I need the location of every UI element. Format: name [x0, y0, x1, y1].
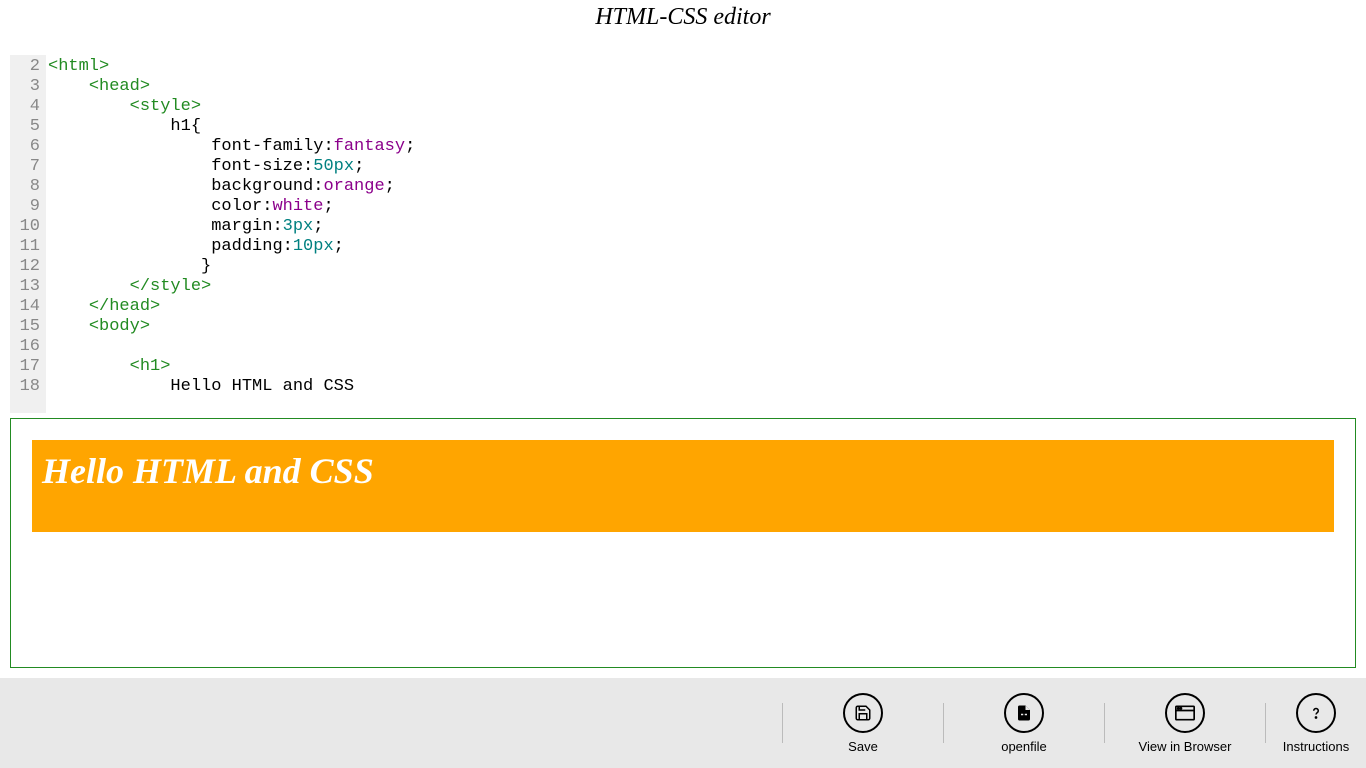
code-line[interactable]: Hello HTML and CSS	[48, 377, 1356, 397]
code-line[interactable]: <style>	[48, 97, 1356, 117]
line-number: 7	[10, 157, 46, 177]
line-number: 15	[10, 317, 46, 337]
save-button[interactable]: Save	[783, 688, 943, 758]
code-line[interactable]: margin:3px;	[48, 217, 1356, 237]
instructions-label: Instructions	[1283, 739, 1349, 754]
save-icon	[843, 693, 883, 733]
code-line[interactable]: </head>	[48, 297, 1356, 317]
bottom-toolbar: Save openfile View in Browser	[0, 678, 1366, 768]
code-editor[interactable]: 23456789101112131415161718 <html> <head>…	[10, 55, 1356, 413]
browser-icon	[1165, 693, 1205, 733]
line-number: 16	[10, 337, 46, 357]
line-number: 8	[10, 177, 46, 197]
code-line[interactable]	[48, 337, 1356, 357]
help-icon	[1296, 693, 1336, 733]
app-header: HTML-CSS editor	[0, 0, 1366, 35]
line-number: 13	[10, 277, 46, 297]
code-line[interactable]: </style>	[48, 277, 1356, 297]
code-line[interactable]: background:orange;	[48, 177, 1356, 197]
line-number: 6	[10, 137, 46, 157]
line-number: 10	[10, 217, 46, 237]
instructions-button[interactable]: Instructions	[1266, 688, 1366, 758]
save-label: Save	[848, 739, 878, 754]
code-line[interactable]: font-family:fantasy;	[48, 137, 1356, 157]
preview-heading: Hello HTML and CSS	[32, 440, 1334, 532]
openfile-button[interactable]: openfile	[944, 688, 1104, 758]
line-number: 9	[10, 197, 46, 217]
line-number: 4	[10, 97, 46, 117]
line-number: 5	[10, 117, 46, 137]
code-line[interactable]: font-size:50px;	[48, 157, 1356, 177]
line-number-gutter: 23456789101112131415161718	[10, 55, 46, 413]
view-in-browser-button[interactable]: View in Browser	[1105, 688, 1265, 758]
code-line[interactable]: color:white;	[48, 197, 1356, 217]
code-line[interactable]: <h1>	[48, 357, 1356, 377]
line-number: 12	[10, 257, 46, 277]
code-line[interactable]: padding:10px;	[48, 237, 1356, 257]
openfile-label: openfile	[1001, 739, 1047, 754]
code-line[interactable]: <html>	[48, 57, 1356, 77]
code-line[interactable]: <head>	[48, 77, 1356, 97]
file-icon	[1004, 693, 1044, 733]
code-line[interactable]: h1{	[48, 117, 1356, 137]
line-number: 18	[10, 377, 46, 397]
line-number: 17	[10, 357, 46, 377]
line-number: 14	[10, 297, 46, 317]
view-label: View in Browser	[1139, 739, 1232, 754]
line-number: 2	[10, 57, 46, 77]
code-line[interactable]: }	[48, 257, 1356, 277]
line-number: 3	[10, 77, 46, 97]
line-number: 11	[10, 237, 46, 257]
code-area[interactable]: <html> <head> <style> h1{ font-family:fa…	[46, 55, 1356, 413]
preview-pane: Hello HTML and CSS	[10, 418, 1356, 668]
app-title: HTML-CSS editor	[0, 4, 1366, 31]
code-line[interactable]: <body>	[48, 317, 1356, 337]
